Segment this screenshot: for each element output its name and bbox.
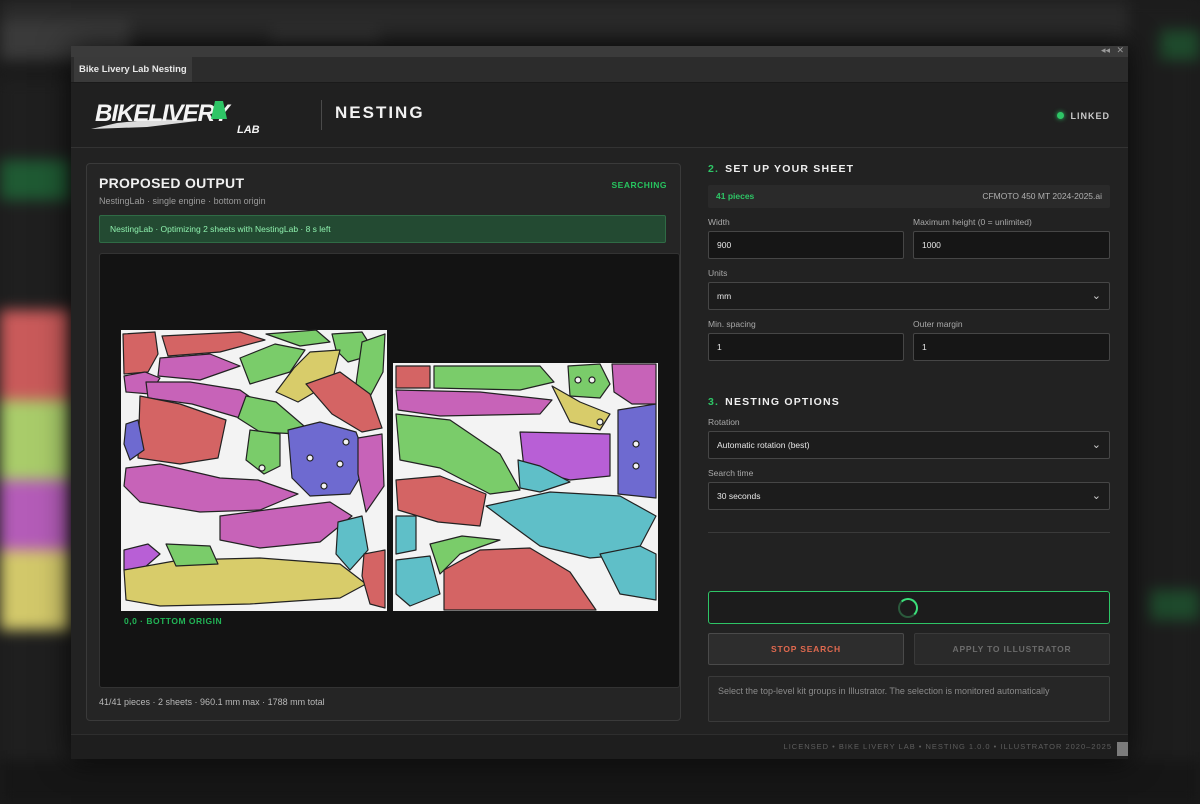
section-title: NESTING OPTIONS — [725, 396, 841, 408]
chevron-down-icon: ⌄ — [1091, 290, 1101, 302]
pieces-count: 41 pieces — [716, 191, 755, 201]
output-subtitle: NestingLab · single engine · bottom orig… — [99, 196, 266, 206]
spacing-field[interactable]: 1 — [708, 333, 904, 361]
link-status: LINKED — [1056, 111, 1111, 121]
nest-piece — [123, 557, 367, 607]
nest-piece — [617, 403, 657, 499]
selection-hint: Select the top-level kit groups in Illus… — [708, 676, 1110, 722]
logo-sub: LAB — [237, 124, 260, 136]
nest-piece — [287, 421, 369, 497]
collapse-icon[interactable]: ◂◂ — [1101, 45, 1110, 56]
section-number: 2. — [708, 163, 720, 175]
section-number: 3. — [708, 396, 720, 408]
units-value: mm — [717, 291, 732, 301]
logo-wordmark: BIKELIVERY — [95, 100, 232, 127]
margin-field[interactable]: 1 — [913, 333, 1110, 361]
search-status-badge: SEARCHING — [611, 180, 667, 190]
max-height-field[interactable]: 1000 — [913, 231, 1110, 259]
nesting-preview[interactable]: 0,0 · BOTTOM ORIGIN — [99, 253, 680, 688]
nest-piece — [433, 365, 555, 391]
link-status-label: LINKED — [1070, 111, 1110, 121]
panel-tabbar: Bike Livery Lab Nesting — [71, 57, 1128, 83]
section-title: SET UP YOUR SHEET — [725, 163, 855, 175]
output-title: PROPOSED OUTPUT — [99, 175, 245, 191]
nest-piece — [395, 365, 431, 389]
max-height-label: Maximum height (0 = unlimited) — [913, 217, 1032, 227]
section-options-heading: 3. NESTING OPTIONS — [708, 396, 840, 408]
rotation-label: Rotation — [708, 417, 740, 427]
spinner-icon — [898, 598, 918, 618]
page-title: NESTING — [335, 103, 425, 122]
close-icon[interactable]: ✕ — [1116, 45, 1124, 56]
search-time-select[interactable]: 30 seconds ⌄ — [708, 482, 1110, 510]
width-label: Width — [708, 217, 730, 227]
search-progress — [708, 591, 1110, 624]
progress-message: NestingLab · Optimizing 2 sheets with Ne… — [99, 215, 666, 243]
nest-piece — [395, 515, 417, 555]
units-select[interactable]: mm ⌄ — [708, 282, 1110, 310]
bike-livery-lab-logo: BIKELIVERY LAB — [91, 100, 260, 136]
origin-label: 0,0 · BOTTOM ORIGIN — [124, 616, 223, 626]
chevron-down-icon: ⌄ — [1091, 439, 1101, 451]
section-sheet-heading: 2. SET UP YOUR SHEET — [708, 163, 854, 175]
spacing-label: Min. spacing — [708, 319, 756, 329]
margin-label: Outer margin — [913, 319, 963, 329]
selection-info: 41 pieces CFMOTO 450 MT 2024-2025.ai — [708, 185, 1110, 208]
resize-handle[interactable] — [1117, 742, 1128, 756]
footer: LICENSED • BIKE LIVERY LAB • NESTING 1.0… — [71, 734, 1128, 759]
divider — [708, 532, 1110, 533]
header: BIKELIVERY LAB NESTING LINKED — [71, 83, 1128, 148]
status-dot-icon — [1056, 112, 1064, 119]
header-divider — [321, 100, 322, 130]
rotation-select[interactable]: Automatic rotation (best) ⌄ — [708, 431, 1110, 459]
chevron-down-icon: ⌄ — [1091, 490, 1101, 502]
proposed-output-card: PROPOSED OUTPUT NestingLab · single engi… — [86, 163, 681, 721]
stop-search-button[interactable]: STOP SEARCH — [708, 633, 904, 665]
search-time-value: 30 seconds — [717, 491, 761, 501]
units-label: Units — [708, 268, 728, 278]
document-name: CFMOTO 450 MT 2024-2025.ai — [982, 191, 1102, 201]
nesting-panel: ◂◂ ✕ Bike Livery Lab Nesting BIKELIVERY … — [71, 45, 1128, 759]
panel-chrome: ◂◂ ✕ — [71, 45, 1128, 57]
rotation-value: Automatic rotation (best) — [717, 440, 810, 450]
panel-tab[interactable]: Bike Livery Lab Nesting — [74, 57, 192, 82]
search-time-label: Search time — [708, 468, 754, 478]
width-field[interactable]: 900 — [708, 231, 904, 259]
apply-to-illustrator-button[interactable]: APPLY TO ILLUSTRATOR — [914, 633, 1110, 665]
nesting-summary: 41/41 pieces · 2 sheets · 960.1 mm max ·… — [99, 697, 325, 707]
footer-text: LICENSED • BIKE LIVERY LAB • NESTING 1.0… — [783, 742, 1112, 751]
